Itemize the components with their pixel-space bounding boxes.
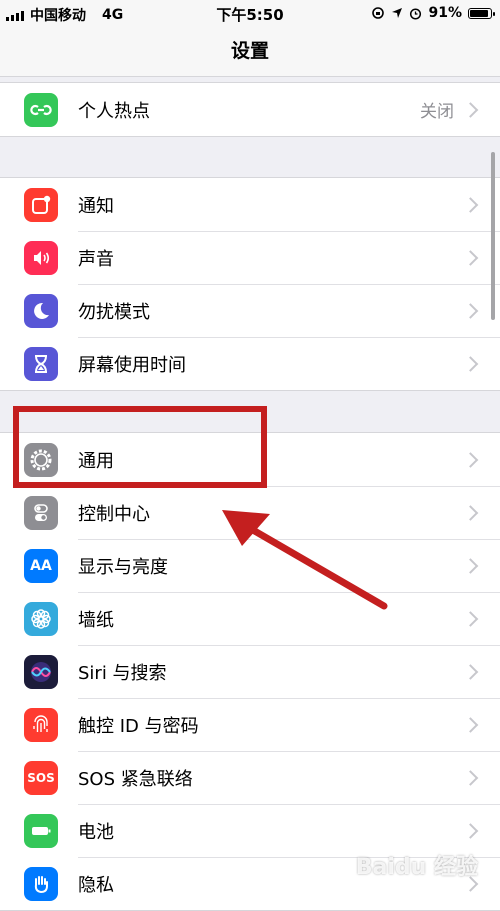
page-title: 设置 (230, 40, 269, 62)
settings-row-wallpaper[interactable]: 墙纸 (0, 591, 500, 646)
scroll-indicator[interactable] (491, 152, 495, 320)
battery-status-icon (468, 7, 495, 19)
row-content: 声音 (78, 230, 500, 285)
settings-group-general: 通用 控制中心 AA 显示与亮度 墙纸 Siri 与搜索 触控 ID 与密码 S… (0, 432, 500, 911)
row-content: SOS 紧急联络 (78, 750, 500, 805)
settings-group-network: 个人热点 关闭 (0, 82, 500, 137)
orientation-lock-icon (372, 7, 385, 19)
row-content: 个人热点 关闭 (78, 83, 500, 136)
row-label: 显示与亮度 (78, 557, 168, 578)
row-label: 声音 (78, 249, 114, 270)
row-label: 勿扰模式 (78, 302, 150, 323)
battery-percent: 91% (428, 5, 462, 21)
row-content: 墙纸 (78, 591, 500, 646)
toggles-icon (24, 495, 58, 530)
moon-icon (24, 293, 58, 328)
hand-icon (24, 866, 58, 901)
settings-row-sounds[interactable]: 声音 (0, 230, 500, 285)
row-label: 屏幕使用时间 (78, 355, 186, 376)
settings-group-notifications: 通知 声音 勿扰模式 屏幕使用时间 (0, 177, 500, 391)
row-label: 墙纸 (78, 610, 114, 631)
sos-icon: SOS (24, 760, 58, 795)
row-label: 触控 ID 与密码 (78, 716, 199, 737)
notifications-icon (24, 187, 58, 222)
settings-row-display[interactable]: AA 显示与亮度 (0, 538, 500, 593)
settings-row-touch-id[interactable]: 触控 ID 与密码 (0, 697, 500, 752)
settings-row-hotspot[interactable]: 个人热点 关闭 (0, 83, 500, 136)
display-icon: AA (24, 548, 58, 583)
row-content: 通知 (78, 178, 500, 231)
row-label: SOS 紧急联络 (78, 769, 193, 790)
chevron-right-icon (462, 451, 479, 468)
chevron-right-icon (462, 250, 479, 266)
chevron-right-icon (462, 823, 479, 839)
row-content: 勿扰模式 (78, 283, 500, 338)
sounds-icon (24, 240, 58, 275)
status-right: 91% (371, 5, 495, 21)
highlight-box (13, 406, 267, 488)
row-label: 通知 (78, 195, 114, 217)
row-content: 屏幕使用时间 (78, 336, 500, 391)
hourglass-icon (24, 346, 58, 381)
chevron-right-icon (462, 303, 479, 319)
settings-row-screen-time[interactable]: 屏幕使用时间 (0, 336, 500, 391)
row-label: 隐私 (78, 875, 114, 896)
settings-row-control-center[interactable]: 控制中心 (0, 485, 500, 540)
row-label: 个人热点 (78, 100, 150, 122)
row-content: 控制中心 (78, 485, 500, 540)
chevron-right-icon (462, 101, 479, 118)
chevron-right-icon (462, 196, 479, 213)
fingerprint-icon (24, 707, 58, 742)
chevron-right-icon (462, 770, 479, 786)
row-content: Siri 与搜索 (78, 644, 500, 699)
row-label: Siri 与搜索 (78, 663, 167, 684)
settings-row-notifications[interactable]: 通知 (0, 178, 500, 231)
watermark: Baidu 经验 (355, 855, 478, 880)
status-bar: 中国移动 4G 下午5:50 91% (0, 0, 500, 26)
settings-row-emergency-sos[interactable]: SOS SOS 紧急联络 (0, 750, 500, 805)
chevron-right-icon (462, 664, 479, 680)
settings-row-do-not-disturb[interactable]: 勿扰模式 (0, 283, 500, 338)
chevron-right-icon (462, 717, 479, 733)
hotspot-icon (24, 92, 58, 127)
location-icon (392, 8, 403, 18)
siri-icon (24, 654, 58, 689)
row-content: 显示与亮度 (78, 538, 500, 593)
chevron-right-icon (462, 356, 479, 372)
chevron-right-icon (462, 505, 479, 521)
row-label: 控制中心 (78, 504, 150, 525)
chevron-right-icon (462, 558, 479, 574)
chevron-right-icon (462, 611, 479, 627)
wallpaper-icon (24, 601, 58, 636)
row-label: 电池 (78, 822, 114, 843)
nav-bar: 设置 (0, 26, 500, 77)
battery-icon (24, 813, 58, 848)
hotspot-status: 关闭 (420, 102, 454, 122)
alarm-icon (410, 7, 422, 20)
row-content: 触控 ID 与密码 (78, 697, 500, 752)
settings-row-siri[interactable]: Siri 与搜索 (0, 644, 500, 699)
